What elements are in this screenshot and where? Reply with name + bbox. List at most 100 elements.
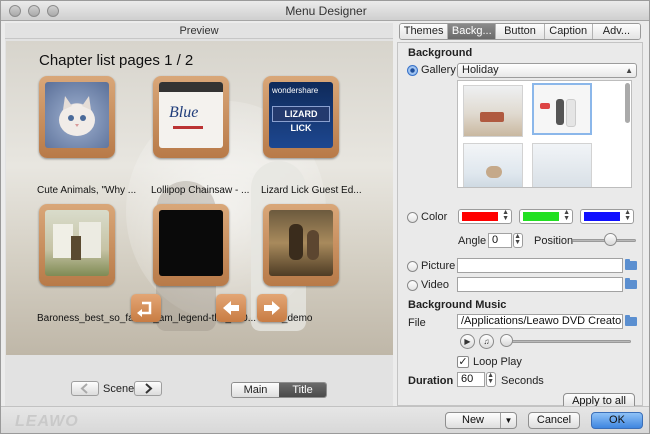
- background-panel: Background Gallery Holiday ▲▼: [397, 42, 643, 410]
- chapter-thumb-3[interactable]: wondershare LIZARD LICK: [263, 76, 339, 158]
- window-title: Menu Designer: [285, 4, 367, 18]
- music-progress-knob[interactable]: [500, 334, 513, 347]
- gallery-thumb-beach[interactable]: [463, 85, 523, 137]
- music-progress-slider[interactable]: [501, 340, 631, 343]
- music-file-label: File: [408, 317, 426, 329]
- gallery-thumb-sky[interactable]: [532, 143, 592, 187]
- chevron-left-icon: [80, 383, 88, 394]
- next-page-button[interactable]: [257, 294, 287, 322]
- duration-stepper[interactable]: ▲ ▼: [486, 372, 496, 387]
- leawo-logo: LEAWO: [15, 413, 79, 430]
- menu-designer-window: Menu Designer Preview Chapter list pages…: [0, 0, 650, 434]
- ok-button[interactable]: OK: [591, 412, 643, 429]
- stepper-arrows-icon: ▲ ▼: [502, 209, 509, 222]
- close-window-button[interactable]: [9, 5, 21, 17]
- play-button[interactable]: ▶: [460, 334, 475, 349]
- video-radio[interactable]: [407, 280, 418, 291]
- stepper-arrows-icon: ▲ ▼: [487, 372, 494, 385]
- tab-background[interactable]: Backg...: [448, 24, 497, 39]
- right-arrow-icon: [264, 301, 280, 315]
- angle-stepper[interactable]: ▲ ▼: [513, 233, 523, 248]
- lizard-lick-logo: LIZARD LICK: [272, 106, 330, 133]
- picture-label: Picture: [421, 260, 456, 272]
- background-section-title: Background: [408, 47, 473, 59]
- gallery-thumb-couple[interactable]: [532, 83, 592, 135]
- tab-advanced[interactable]: Adv...: [592, 24, 640, 39]
- background-gallery: [457, 80, 632, 188]
- segment-title[interactable]: Title: [279, 383, 326, 397]
- wondershare-brand: wondershare: [272, 86, 319, 95]
- position-slider-knob[interactable]: [604, 233, 618, 246]
- music-note-button[interactable]: ♫: [479, 334, 494, 349]
- chapter-thumb-4[interactable]: [39, 204, 115, 286]
- previous-page-button[interactable]: [216, 294, 246, 322]
- cancel-button[interactable]: Cancel: [528, 412, 580, 429]
- chapter-caption-4: Baroness_best_so_fa...: [37, 313, 143, 324]
- minimize-window-button[interactable]: [28, 5, 40, 17]
- loop-play-label: Loop Play: [473, 356, 522, 368]
- seconds-label: Seconds: [501, 375, 544, 387]
- settings-pane: Themes Backg... Button Caption Adv... Ba…: [397, 23, 645, 410]
- chapter-thumb-2[interactable]: Blue: [153, 76, 229, 158]
- picture-radio[interactable]: [407, 261, 418, 272]
- color-swatch-green: [523, 212, 559, 221]
- gallery-radio[interactable]: [407, 65, 418, 76]
- video-browse-folder-icon[interactable]: [625, 278, 637, 289]
- gallery-select[interactable]: Holiday ▲▼: [457, 63, 637, 88]
- angle-field[interactable]: 0: [488, 233, 512, 248]
- scene-prev-button[interactable]: [71, 381, 99, 396]
- new-button[interactable]: New ▼: [445, 412, 517, 429]
- scene-next-button[interactable]: [134, 381, 162, 396]
- color-swatch-blue: [584, 212, 620, 221]
- scene-label: Scene: [103, 383, 135, 395]
- settings-tabs: Themes Backg... Button Caption Adv...: [399, 23, 641, 40]
- chevron-right-icon: [145, 383, 153, 394]
- music-note-icon: ♫: [483, 337, 490, 346]
- loop-play-checkbox[interactable]: ✓: [457, 356, 469, 368]
- segment-main[interactable]: Main: [232, 383, 279, 397]
- color-radio[interactable]: [407, 212, 418, 223]
- blue-text: Blue: [169, 104, 199, 121]
- play-icon: ▶: [464, 337, 471, 346]
- left-arrow-icon: [223, 301, 239, 315]
- video-path-field[interactable]: [457, 277, 623, 292]
- duration-field[interactable]: 60: [457, 372, 485, 387]
- video-label: Video: [421, 279, 449, 291]
- stepper-arrows-icon: ▲ ▼: [624, 209, 631, 222]
- gallery-scrollbar[interactable]: [625, 83, 630, 123]
- dropdown-arrow-icon[interactable]: ▼: [500, 413, 516, 428]
- music-file-field[interactable]: /Applications/Leawo DVD Creator.ap: [457, 314, 623, 329]
- zoom-window-button[interactable]: [47, 5, 59, 17]
- color-picker-blue[interactable]: ▲ ▼: [580, 209, 634, 224]
- picture-path-field[interactable]: [457, 258, 623, 273]
- color-picker-green[interactable]: ▲ ▼: [519, 209, 573, 224]
- picture-browse-folder-icon[interactable]: [625, 259, 637, 270]
- chapter-thumb-5[interactable]: [153, 204, 229, 286]
- chapter-page-title: Chapter list pages 1 / 2: [39, 52, 194, 69]
- chapter-caption-1: Cute Animals, "Why ...: [37, 185, 137, 196]
- checkmark-icon: ✓: [458, 356, 468, 368]
- tab-caption[interactable]: Caption: [544, 24, 593, 39]
- background-music-title: Background Music: [408, 299, 507, 311]
- main-title-segmented-control: Main Title: [231, 382, 327, 398]
- title-bar: Menu Designer: [1, 1, 649, 21]
- chapter-thumb-1[interactable]: [39, 76, 115, 158]
- color-picker-red[interactable]: ▲ ▼: [458, 209, 512, 224]
- angle-label: Angle: [458, 235, 487, 247]
- hdtv-demo-image: [269, 210, 333, 276]
- color-label: Color: [421, 211, 448, 223]
- chapter-thumb-6[interactable]: [263, 204, 339, 286]
- lizard-lick-image: wondershare LIZARD LICK: [269, 82, 333, 148]
- baroness-image: [45, 210, 109, 276]
- i-am-legend-image: [159, 210, 223, 276]
- tab-button[interactable]: Button: [496, 24, 545, 39]
- gallery-thumb-sea[interactable]: [463, 143, 523, 187]
- return-button[interactable]: [131, 294, 161, 322]
- position-label: Position: [534, 235, 574, 247]
- preview-pane: Preview Chapter list pages 1 / 2 Cute An…: [5, 23, 393, 406]
- footer-bar: LEAWO New ▼ Cancel OK: [1, 406, 649, 433]
- music-browse-folder-icon[interactable]: [625, 315, 637, 326]
- tab-themes[interactable]: Themes: [400, 24, 449, 39]
- new-button-label: New: [462, 414, 485, 426]
- stepper-arrows-icon: ▲ ▼: [514, 233, 521, 246]
